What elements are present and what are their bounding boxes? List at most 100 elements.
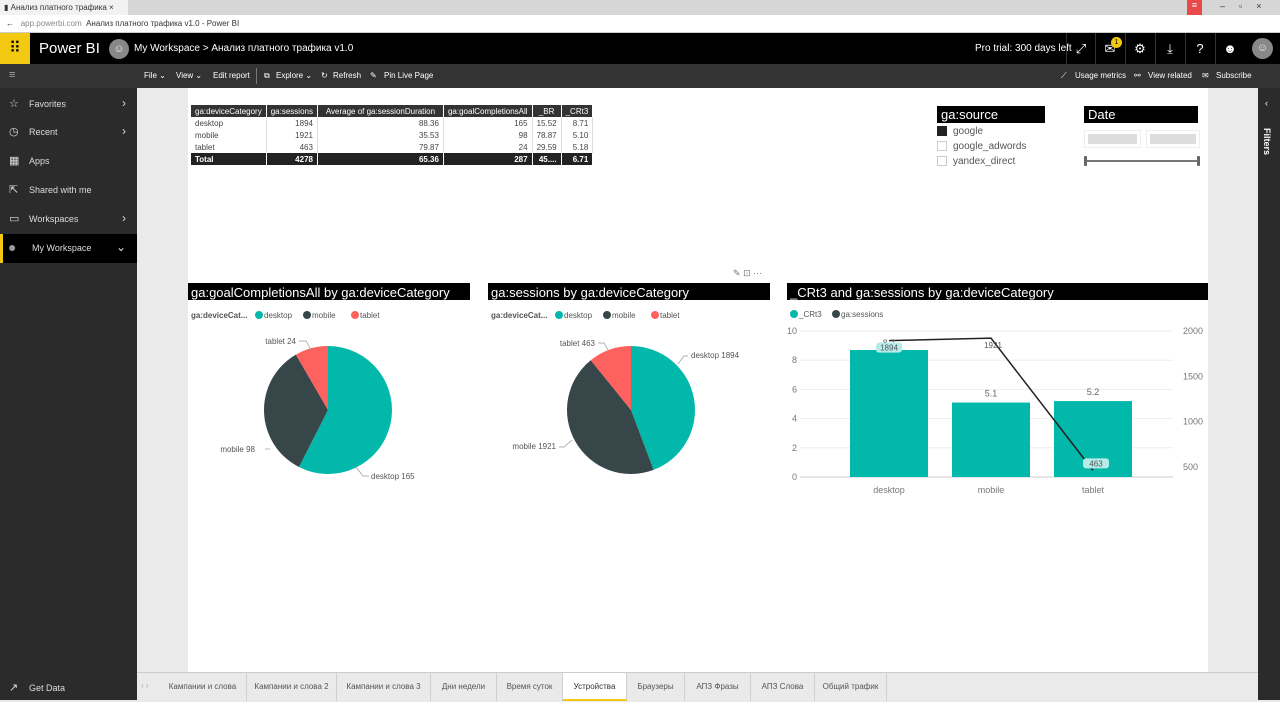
data-label: mobile 98 (220, 445, 255, 454)
back-icon[interactable]: ← (6, 19, 16, 28)
feedback-icon[interactable]: ☻ (1215, 33, 1244, 64)
page-tab[interactable]: Кампании и слова 2 (247, 673, 337, 701)
legend-dot-tablet (651, 311, 659, 319)
legend-dot-tablet (351, 311, 359, 319)
line-data-label: 1921 (984, 341, 1002, 350)
apps-icon: ▦ (9, 155, 20, 167)
chevron-left-icon[interactable]: ‹ (1265, 98, 1268, 108)
pin-live-page-button[interactable]: Pin Live Page (384, 71, 433, 80)
sidebar-item-apps[interactable]: ▦ Apps (0, 147, 137, 175)
workspace-avatar: ☺ (109, 39, 129, 59)
mail-icon: ✉ (1202, 71, 1209, 80)
y-left-tick: 10 (787, 326, 797, 336)
line-data-label: 463 (1089, 459, 1103, 468)
sidebar-item-shared[interactable]: ⇱ Shared with me (0, 176, 137, 204)
x-tick: desktop (873, 485, 905, 495)
subscribe-button[interactable]: Subscribe (1216, 71, 1252, 80)
filters-label: Filters (1262, 128, 1272, 156)
explore-icon: ⧉ (264, 71, 270, 80)
bar-crt3-desktop (850, 349, 928, 477)
brand[interactable]: Power BI (39, 40, 100, 57)
trial-status[interactable]: Pro trial: 300 days left (975, 43, 1072, 54)
help-icon[interactable]: ? (1185, 33, 1214, 64)
chevron-right-icon: › (122, 124, 126, 138)
page-tab[interactable]: Устройства (563, 673, 627, 701)
notifications-icon[interactable]: ✉ 1 (1095, 33, 1124, 64)
address-bar[interactable]: ← app.powerbi.com Анализ платного трафик… (0, 15, 1280, 33)
y-right-tick: 1000 (1183, 417, 1203, 427)
breadcrumb-workspace[interactable]: My Workspace (134, 43, 200, 54)
user-avatar[interactable]: ☺ (1252, 38, 1273, 59)
visual-title: ga:goalCompletionsAll by ga:deviceCatego… (191, 285, 450, 300)
fullscreen-icon[interactable]: ⤢ (1066, 33, 1095, 64)
page-nav-arrows[interactable]: ‹ › (141, 681, 149, 690)
page-tabs: ‹ › Кампании и слова Кампании и слова 2 Ка… (137, 672, 1258, 701)
legend-label: mobile (312, 311, 336, 320)
sidebar-item-my-workspace[interactable]: ● My Workspace ⌄ (0, 234, 137, 263)
x-tick: tablet (1082, 485, 1105, 495)
browser-menu-button[interactable]: ≡ (1187, 0, 1202, 15)
visual-title: ga:sessions by ga:deviceCategory (491, 285, 690, 300)
page-tab[interactable]: Общий трафик (815, 673, 887, 701)
page-tab[interactable]: Браузеры (627, 673, 685, 701)
view-related-button[interactable]: View related (1148, 71, 1192, 80)
browser-tab-bar: ▮ Анализ платного трафика × ≡ –▫× (0, 0, 1280, 15)
leader-line (299, 340, 312, 351)
legend-label: desktop (264, 311, 293, 320)
view-menu[interactable]: View ⌄ (176, 71, 202, 80)
chart-icon: ▮ (4, 3, 11, 12)
legend-dot (832, 310, 840, 318)
legend-label: tablet (660, 311, 680, 320)
download-icon[interactable]: ⤓ (1155, 33, 1184, 64)
y-left-tick: 6 (792, 384, 797, 394)
chevron-down-icon: ⌄ (115, 240, 126, 254)
bar-data-label: 5.1 (985, 389, 998, 399)
usage-metrics-button[interactable]: Usage metrics (1075, 71, 1126, 80)
sidebar-item-workspaces[interactable]: ▭ Workspaces › (0, 205, 137, 233)
filters-pane[interactable]: ‹ Filters (1258, 88, 1280, 700)
view-related-icon: ⚯ (1134, 71, 1141, 80)
legend-label: mobile (612, 311, 636, 320)
browser-tab[interactable]: ▮ Анализ платного трафика × (0, 0, 128, 15)
page-tab[interactable]: Кампании и слова 3 (337, 673, 431, 701)
data-label: tablet 24 (265, 337, 296, 346)
app-launcher-icon[interactable]: ⠿ (0, 33, 30, 64)
y-right-tick: 2000 (1183, 326, 1203, 336)
bar-data-label: 5.2 (1087, 387, 1100, 397)
settings-icon[interactable]: ⚙ (1125, 33, 1154, 64)
clock-icon: ◷ (9, 126, 19, 138)
y-left-tick: 0 (792, 472, 797, 482)
x-tick: mobile (978, 485, 1005, 495)
toolbar: ≡ File ⌄ View ⌄ Edit report ⧉ Explore ⌄ … (0, 64, 1280, 88)
refresh-button[interactable]: Refresh (333, 71, 361, 80)
legend-dot-mobile (603, 311, 611, 319)
leader-line (677, 355, 688, 365)
file-menu[interactable]: File ⌄ (144, 71, 166, 80)
edit-report-button[interactable]: Edit report (213, 71, 250, 80)
legend-dot-desktop (555, 311, 563, 319)
y-left-tick: 8 (792, 355, 797, 365)
explore-menu[interactable]: Explore ⌄ (276, 71, 312, 80)
divider (256, 68, 257, 84)
get-data-button[interactable]: ↗ Get Data (0, 674, 137, 702)
hamburger-icon[interactable]: ≡ (9, 69, 15, 81)
page-tab[interactable]: Кампании и слова (159, 673, 247, 701)
page-tab[interactable]: АПЗ Слова (751, 673, 815, 701)
pin-icon: ✎ (370, 71, 377, 80)
data-label: desktop 165 (371, 472, 415, 481)
sidebar-item-favorites[interactable]: ☆ Favorites › (0, 90, 137, 118)
sidebar-item-recent[interactable]: ◷ Recent › (0, 118, 137, 146)
data-label: desktop 1894 (691, 351, 740, 360)
report-page: ga:deviceCategory ga:sessions Average of g… (188, 88, 1208, 672)
page-tab[interactable]: АПЗ Фразы (685, 673, 751, 701)
page-tab[interactable]: Время суток (497, 673, 563, 701)
visual-title: _CRt3 and ga:sessions by ga:deviceCatego… (789, 285, 1054, 300)
page-tab[interactable]: Дни недели (431, 673, 497, 701)
y-right-tick: 1500 (1183, 371, 1203, 381)
app-header: ⠿ Power BI ☺ My Workspace > Анализ платн… (0, 33, 1280, 64)
avatar-icon: ● (8, 239, 17, 255)
legend-title: ga:deviceCat... (191, 311, 247, 320)
legend-label: _CRt3 (798, 310, 822, 319)
notification-badge: 1 (1111, 37, 1122, 48)
window-controls[interactable]: –▫× (1220, 1, 1275, 11)
